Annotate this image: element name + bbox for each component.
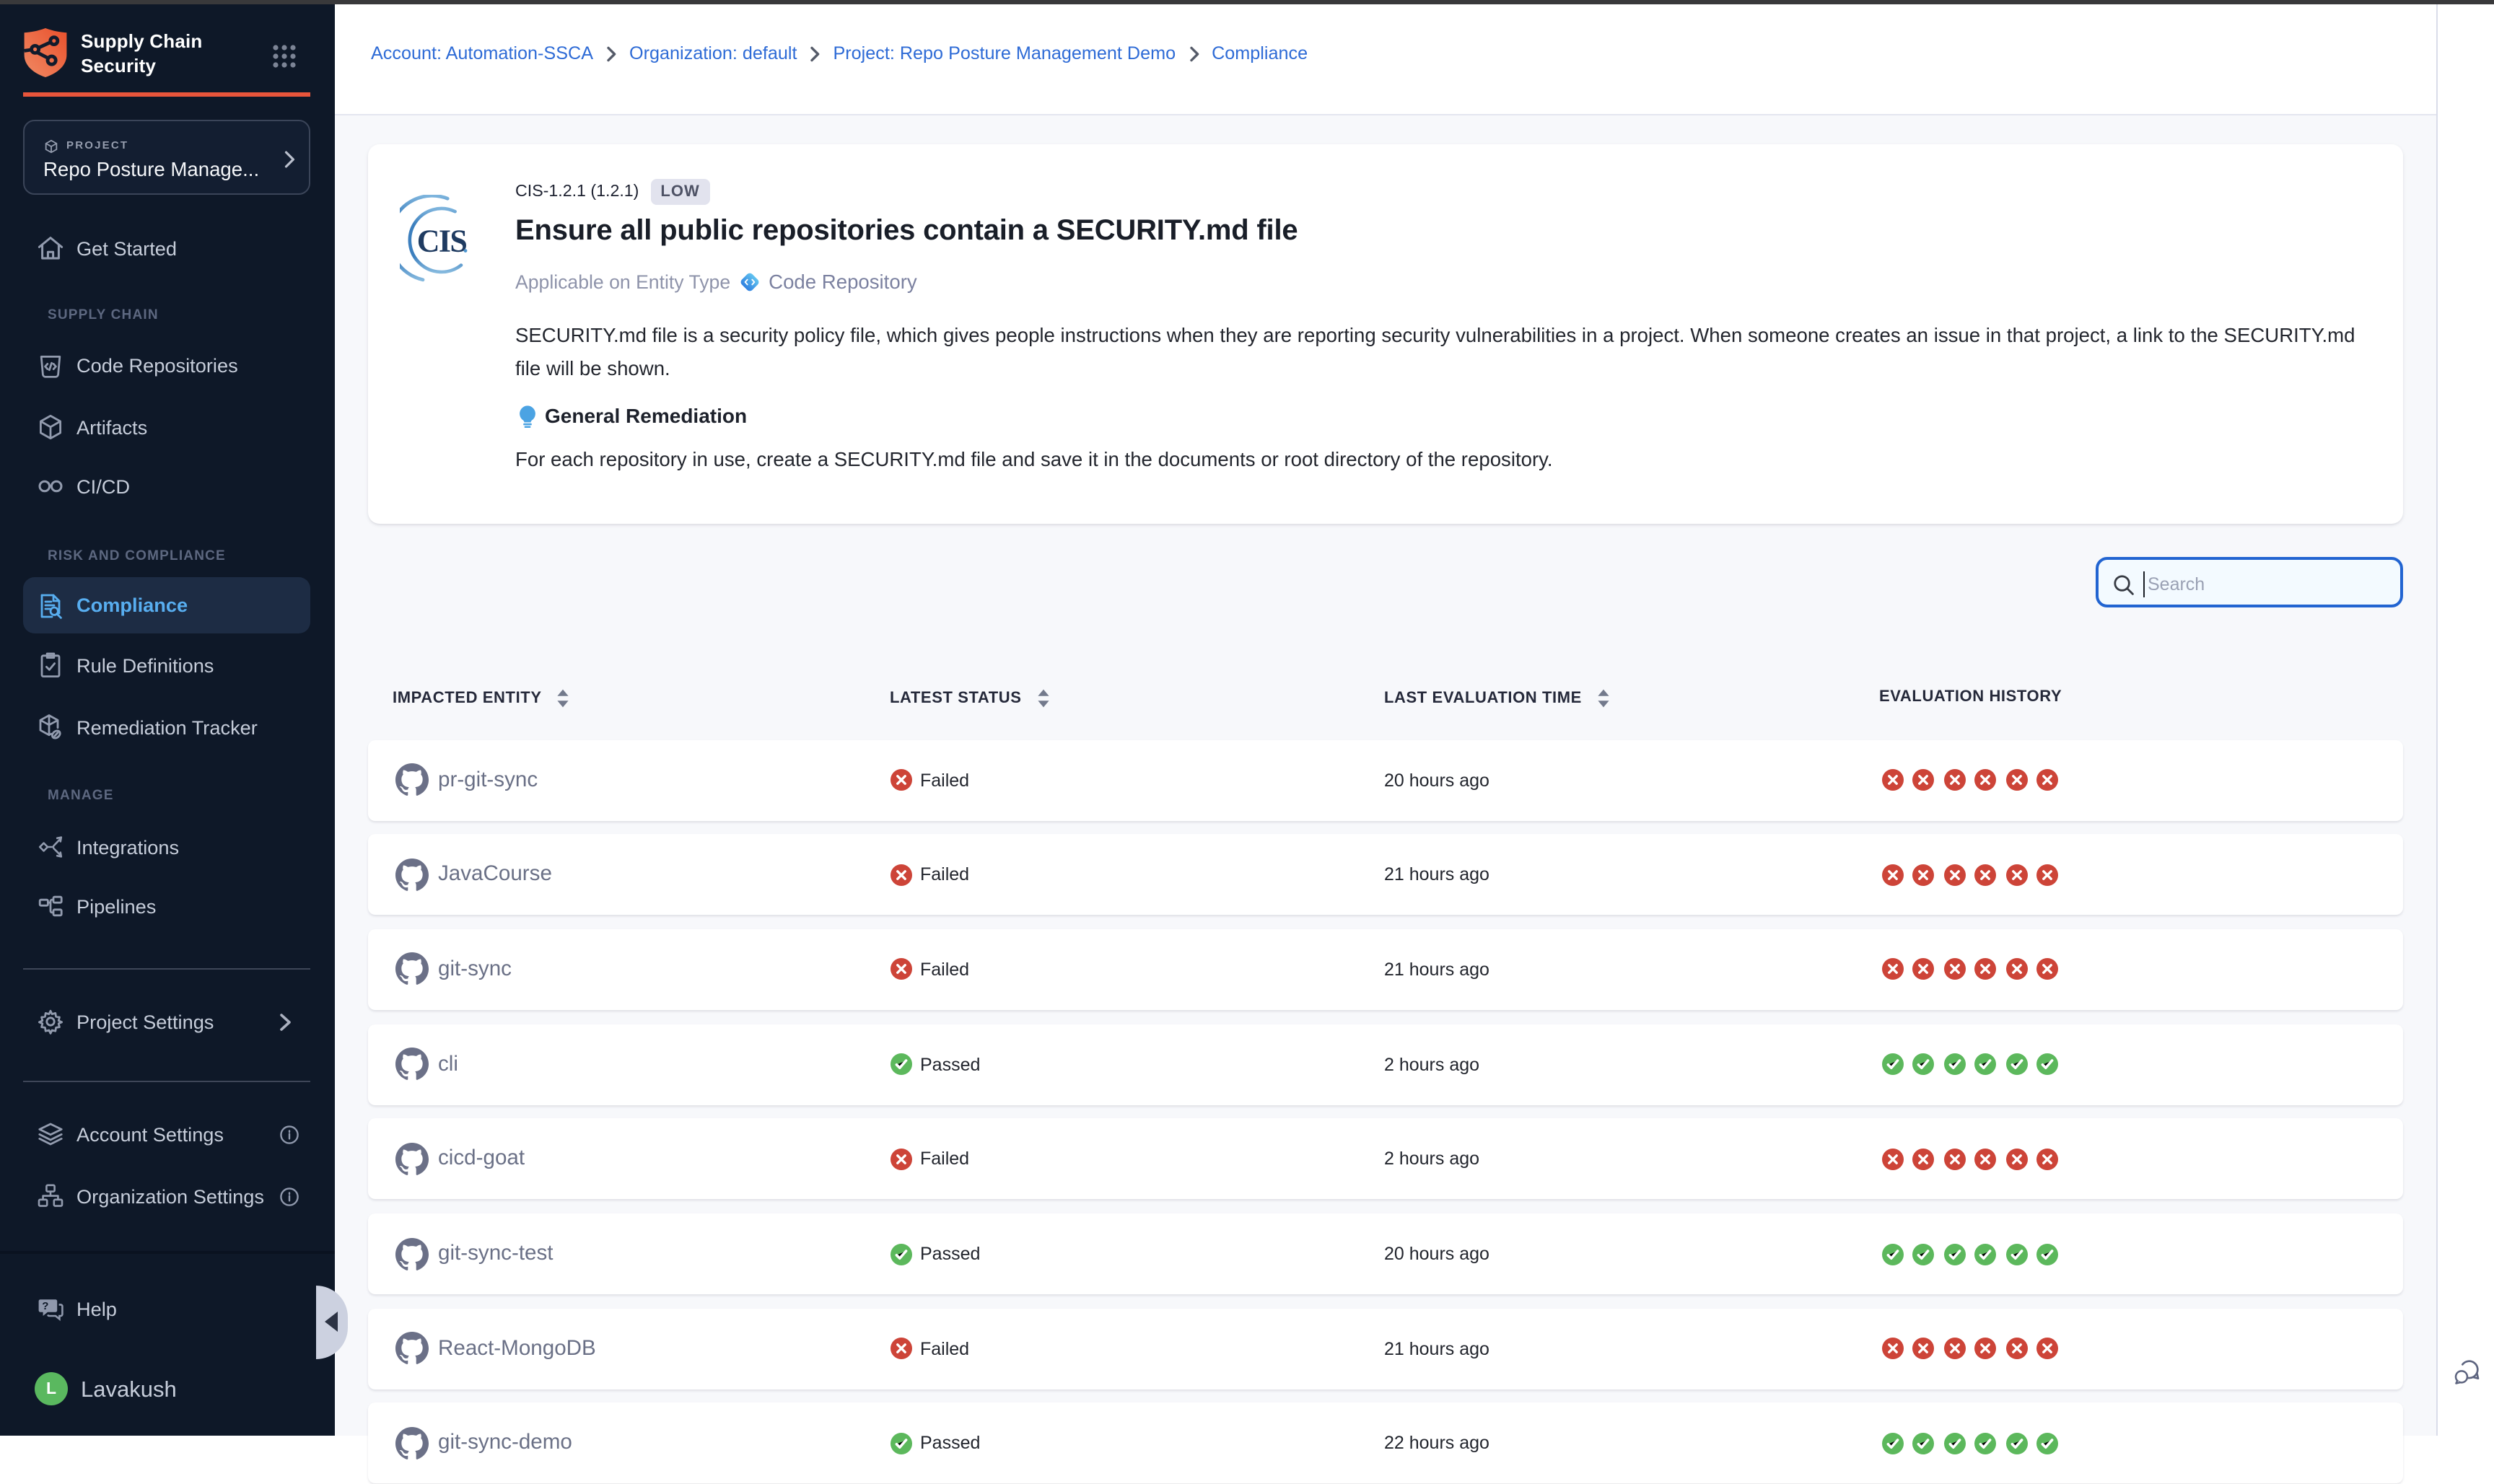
svg-text:?: ? [42, 1300, 48, 1312]
svg-text:CIS: CIS [417, 223, 467, 258]
